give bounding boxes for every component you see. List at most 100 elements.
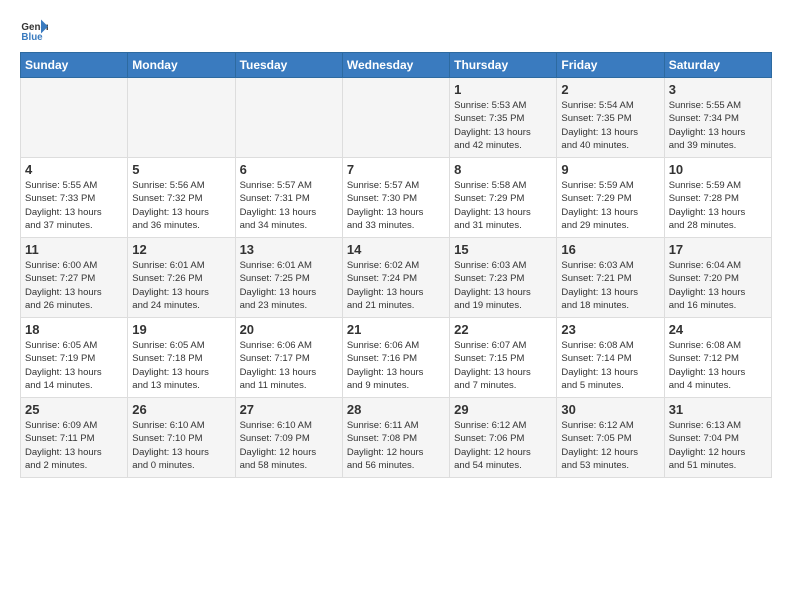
calendar-cell: 11 Sunrise: 6:00 AM Sunset: 7:27 PM Dayli… bbox=[21, 238, 128, 318]
day-number: 30 bbox=[561, 402, 659, 417]
day-info: Sunrise: 6:12 AM Sunset: 7:06 PM Dayligh… bbox=[454, 419, 552, 472]
calendar-cell: 27Sunrise: 6:10 AM Sunset: 7:09 PM Dayli… bbox=[235, 398, 342, 478]
calendar-header: SundayMondayTuesdayWednesdayThursdayFrid… bbox=[21, 53, 772, 78]
calendar-week-row: 25 Sunrise: 6:09 AM Sunset: 7:11 PM Dayli… bbox=[21, 398, 772, 478]
weekday-header-tuesday: Tuesday bbox=[235, 53, 342, 78]
day-number: 18 bbox=[25, 322, 123, 337]
day-info: Sunrise: 6:02 AM Sunset: 7:24 PM Dayligh… bbox=[347, 259, 445, 312]
calendar-cell: 26 Sunrise: 6:10 AM Sunset: 7:10 PM Dayli… bbox=[128, 398, 235, 478]
calendar-cell: 13 Sunrise: 6:01 AM Sunset: 7:25 PM Dayli… bbox=[235, 238, 342, 318]
weekday-header-saturday: Saturday bbox=[664, 53, 771, 78]
day-info: Sunrise: 6:03 AM Sunset: 7:21 PM Dayligh… bbox=[561, 259, 659, 312]
calendar-cell: 25 Sunrise: 6:09 AM Sunset: 7:11 PM Dayli… bbox=[21, 398, 128, 478]
day-number: 20 bbox=[240, 322, 338, 337]
calendar-cell: 10 Sunrise: 5:59 AM Sunset: 7:28 PM Dayli… bbox=[664, 158, 771, 238]
calendar-cell bbox=[128, 78, 235, 158]
logo: General Blue bbox=[20, 16, 52, 44]
day-info: Sunrise: 6:06 AM Sunset: 7:16 PM Dayligh… bbox=[347, 339, 445, 392]
day-number: 23 bbox=[561, 322, 659, 337]
day-number: 6 bbox=[240, 162, 338, 177]
day-number: 14 bbox=[347, 242, 445, 257]
day-number: 2 bbox=[561, 82, 659, 97]
day-number: 9 bbox=[561, 162, 659, 177]
calendar-cell: 4 Sunrise: 5:55 AM Sunset: 7:33 PM Daylig… bbox=[21, 158, 128, 238]
calendar-table: SundayMondayTuesdayWednesdayThursdayFrid… bbox=[20, 52, 772, 478]
day-info: Sunrise: 5:59 AM Sunset: 7:28 PM Dayligh… bbox=[669, 179, 767, 232]
day-info: Sunrise: 6:08 AM Sunset: 7:12 PM Dayligh… bbox=[669, 339, 767, 392]
day-info: Sunrise: 5:59 AM Sunset: 7:29 PM Dayligh… bbox=[561, 179, 659, 232]
day-info: Sunrise: 6:09 AM Sunset: 7:11 PM Dayligh… bbox=[25, 419, 123, 472]
calendar-cell: 24 Sunrise: 6:08 AM Sunset: 7:12 PM Dayli… bbox=[664, 318, 771, 398]
calendar-cell: 29 Sunrise: 6:12 AM Sunset: 7:06 PM Dayli… bbox=[450, 398, 557, 478]
logo-icon: General Blue bbox=[20, 16, 48, 44]
day-info: Sunrise: 5:58 AM Sunset: 7:29 PM Dayligh… bbox=[454, 179, 552, 232]
calendar-cell: 2 Sunrise: 5:54 AM Sunset: 7:35 PM Daylig… bbox=[557, 78, 664, 158]
day-info: Sunrise: 5:55 AM Sunset: 7:34 PM Dayligh… bbox=[669, 99, 767, 152]
calendar-cell: 9 Sunrise: 5:59 AM Sunset: 7:29 PM Daylig… bbox=[557, 158, 664, 238]
day-number: 5 bbox=[132, 162, 230, 177]
calendar-cell: 16 Sunrise: 6:03 AM Sunset: 7:21 PM Dayli… bbox=[557, 238, 664, 318]
calendar-cell: 23Sunrise: 6:08 AM Sunset: 7:14 PM Dayli… bbox=[557, 318, 664, 398]
day-info: Sunrise: 6:11 AM Sunset: 7:08 PM Dayligh… bbox=[347, 419, 445, 472]
weekday-header-thursday: Thursday bbox=[450, 53, 557, 78]
calendar-cell: 6 Sunrise: 5:57 AM Sunset: 7:31 PM Daylig… bbox=[235, 158, 342, 238]
day-info: Sunrise: 6:07 AM Sunset: 7:15 PM Dayligh… bbox=[454, 339, 552, 392]
day-info: Sunrise: 5:57 AM Sunset: 7:30 PM Dayligh… bbox=[347, 179, 445, 232]
weekday-header-sunday: Sunday bbox=[21, 53, 128, 78]
calendar-cell: 8Sunrise: 5:58 AM Sunset: 7:29 PM Daylig… bbox=[450, 158, 557, 238]
calendar-cell: 22 Sunrise: 6:07 AM Sunset: 7:15 PM Dayli… bbox=[450, 318, 557, 398]
day-info: Sunrise: 6:10 AM Sunset: 7:10 PM Dayligh… bbox=[132, 419, 230, 472]
weekday-header-row: SundayMondayTuesdayWednesdayThursdayFrid… bbox=[21, 53, 772, 78]
day-number: 28 bbox=[347, 402, 445, 417]
day-number: 25 bbox=[25, 402, 123, 417]
day-info: Sunrise: 6:05 AM Sunset: 7:18 PM Dayligh… bbox=[132, 339, 230, 392]
day-number: 4 bbox=[25, 162, 123, 177]
calendar-cell: 12Sunrise: 6:01 AM Sunset: 7:26 PM Dayli… bbox=[128, 238, 235, 318]
weekday-header-friday: Friday bbox=[557, 53, 664, 78]
calendar-week-row: 4 Sunrise: 5:55 AM Sunset: 7:33 PM Daylig… bbox=[21, 158, 772, 238]
day-number: 11 bbox=[25, 242, 123, 257]
day-info: Sunrise: 6:01 AM Sunset: 7:25 PM Dayligh… bbox=[240, 259, 338, 312]
day-number: 15 bbox=[454, 242, 552, 257]
svg-text:Blue: Blue bbox=[21, 32, 43, 43]
weekday-header-wednesday: Wednesday bbox=[342, 53, 449, 78]
calendar-cell: 21 Sunrise: 6:06 AM Sunset: 7:16 PM Dayli… bbox=[342, 318, 449, 398]
day-number: 29 bbox=[454, 402, 552, 417]
day-number: 24 bbox=[669, 322, 767, 337]
day-info: Sunrise: 5:55 AM Sunset: 7:33 PM Dayligh… bbox=[25, 179, 123, 232]
day-number: 16 bbox=[561, 242, 659, 257]
day-number: 17 bbox=[669, 242, 767, 257]
day-number: 19 bbox=[132, 322, 230, 337]
calendar-cell: 15 Sunrise: 6:03 AM Sunset: 7:23 PM Dayli… bbox=[450, 238, 557, 318]
calendar-cell: 31Sunrise: 6:13 AM Sunset: 7:04 PM Dayli… bbox=[664, 398, 771, 478]
calendar-cell bbox=[235, 78, 342, 158]
day-info: Sunrise: 6:05 AM Sunset: 7:19 PM Dayligh… bbox=[25, 339, 123, 392]
day-info: Sunrise: 5:57 AM Sunset: 7:31 PM Dayligh… bbox=[240, 179, 338, 232]
day-info: Sunrise: 6:03 AM Sunset: 7:23 PM Dayligh… bbox=[454, 259, 552, 312]
day-number: 13 bbox=[240, 242, 338, 257]
day-number: 31 bbox=[669, 402, 767, 417]
day-info: Sunrise: 6:04 AM Sunset: 7:20 PM Dayligh… bbox=[669, 259, 767, 312]
calendar-cell: 7 Sunrise: 5:57 AM Sunset: 7:30 PM Daylig… bbox=[342, 158, 449, 238]
day-number: 21 bbox=[347, 322, 445, 337]
day-info: Sunrise: 5:54 AM Sunset: 7:35 PM Dayligh… bbox=[561, 99, 659, 152]
day-number: 22 bbox=[454, 322, 552, 337]
day-number: 10 bbox=[669, 162, 767, 177]
calendar-cell bbox=[342, 78, 449, 158]
calendar-cell: 20 Sunrise: 6:06 AM Sunset: 7:17 PM Dayli… bbox=[235, 318, 342, 398]
calendar-cell: 14 Sunrise: 6:02 AM Sunset: 7:24 PM Dayli… bbox=[342, 238, 449, 318]
calendar-cell bbox=[21, 78, 128, 158]
calendar-cell: 30Sunrise: 6:12 AM Sunset: 7:05 PM Dayli… bbox=[557, 398, 664, 478]
day-number: 7 bbox=[347, 162, 445, 177]
calendar-cell: 3Sunrise: 5:55 AM Sunset: 7:34 PM Daylig… bbox=[664, 78, 771, 158]
calendar-week-row: 18 Sunrise: 6:05 AM Sunset: 7:19 PM Dayli… bbox=[21, 318, 772, 398]
day-info: Sunrise: 6:01 AM Sunset: 7:26 PM Dayligh… bbox=[132, 259, 230, 312]
calendar-cell: 19 Sunrise: 6:05 AM Sunset: 7:18 PM Dayli… bbox=[128, 318, 235, 398]
header: General Blue bbox=[20, 16, 772, 44]
day-number: 26 bbox=[132, 402, 230, 417]
day-info: Sunrise: 6:00 AM Sunset: 7:27 PM Dayligh… bbox=[25, 259, 123, 312]
calendar-cell: 17 Sunrise: 6:04 AM Sunset: 7:20 PM Dayli… bbox=[664, 238, 771, 318]
day-info: Sunrise: 6:06 AM Sunset: 7:17 PM Dayligh… bbox=[240, 339, 338, 392]
calendar-week-row: 11 Sunrise: 6:00 AM Sunset: 7:27 PM Dayli… bbox=[21, 238, 772, 318]
calendar-cell: 1Sunrise: 5:53 AM Sunset: 7:35 PM Daylig… bbox=[450, 78, 557, 158]
